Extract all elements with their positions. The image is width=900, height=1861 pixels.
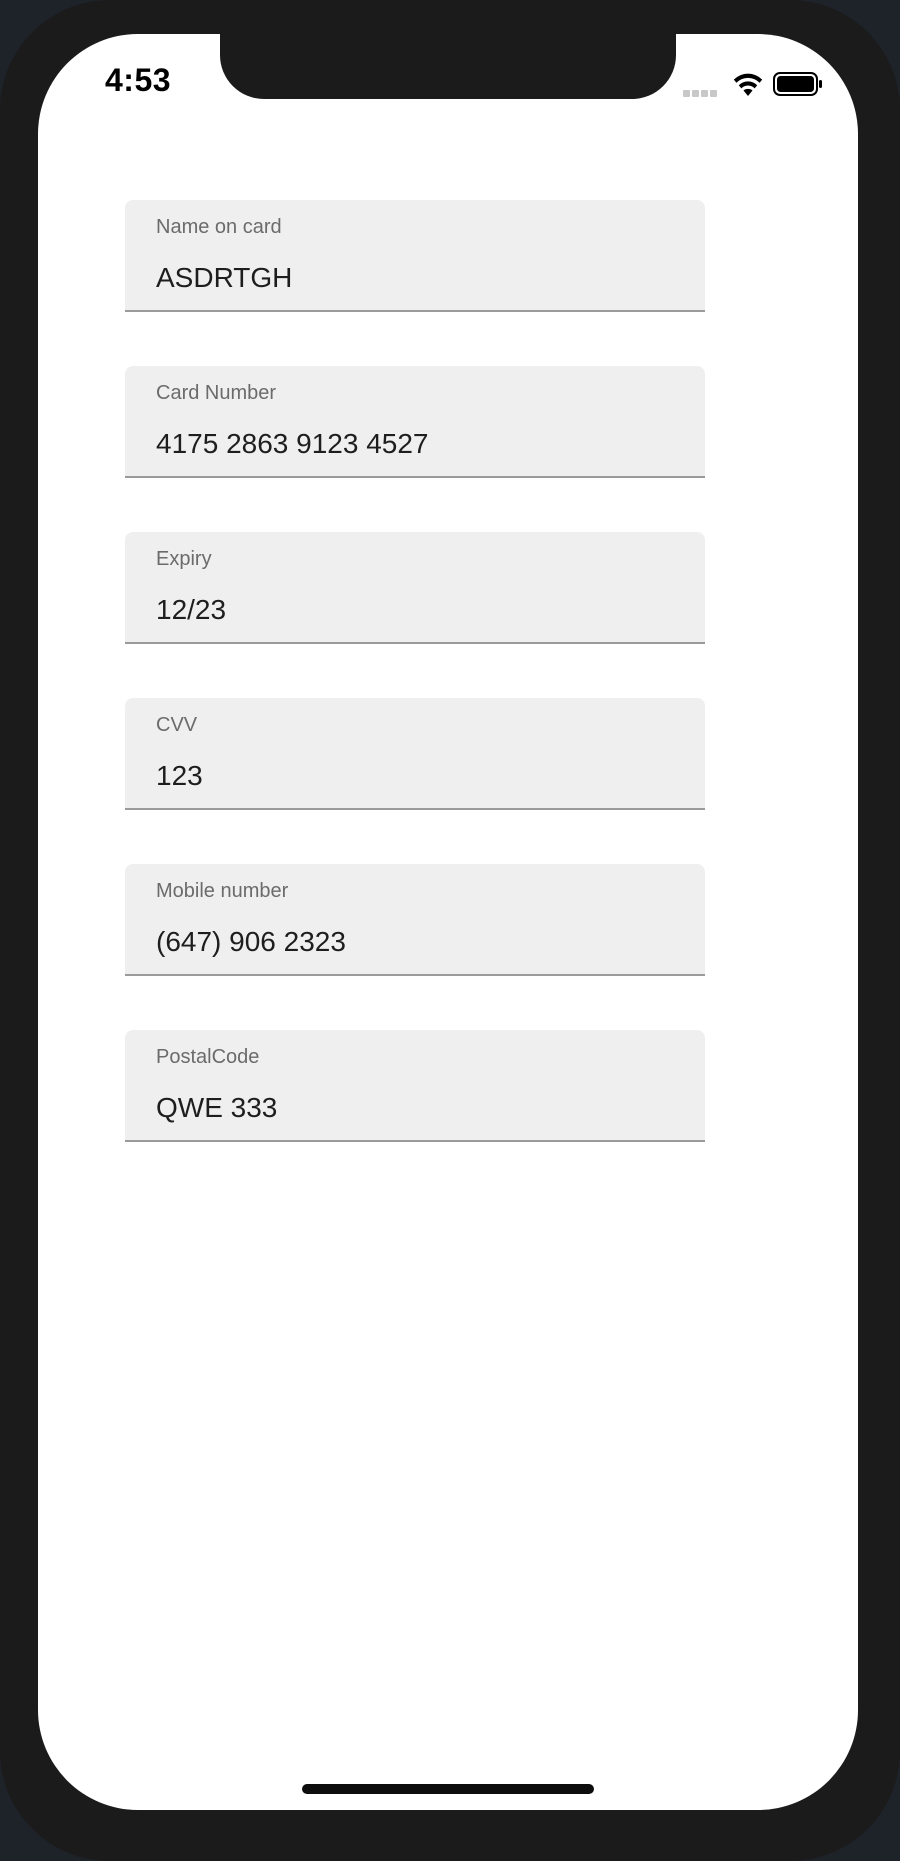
status-bar: 4:53 [38,34,858,124]
card-number-field[interactable]: Card Number 4175 2863 9123 4527 [125,366,705,478]
expiry-field[interactable]: Expiry 12/23 [125,532,705,644]
name-on-card-field[interactable]: Name on card ASDRTGH [125,200,705,312]
phone-screen: 4:53 Name on card ASDRTGH Card Number 41… [38,34,858,1810]
postal-code-label: PostalCode [156,1046,260,1068]
cvv-value[interactable]: 123 [156,760,203,792]
card-number-value[interactable]: 4175 2863 9123 4527 [156,428,429,460]
cvv-label: CVV [156,714,198,736]
name-on-card-value[interactable]: ASDRTGH [156,262,292,294]
expiry-label: Expiry [156,548,212,570]
mobile-number-value[interactable]: (647) 906 2323 [156,926,346,958]
status-time: 4:53 [105,62,172,98]
expiry-value[interactable]: 12/23 [156,594,226,626]
postal-code-field[interactable]: PostalCode QWE 333 [125,1030,705,1142]
cellular-signal-icon [683,84,723,97]
payment-form: Name on card ASDRTGH Card Number 4175 28… [125,200,705,1196]
wifi-icon [733,73,763,96]
card-number-label: Card Number [156,382,277,404]
mobile-number-label: Mobile number [156,880,289,902]
cvv-field[interactable]: CVV 123 [125,698,705,810]
home-indicator[interactable] [302,1784,594,1794]
postal-code-value[interactable]: QWE 333 [156,1092,277,1124]
battery-icon [773,72,822,96]
name-on-card-label: Name on card [156,216,282,238]
mobile-number-field[interactable]: Mobile number (647) 906 2323 [125,864,705,976]
device-frame: 4:53 Name on card ASDRTGH Card Number 41… [0,0,900,1861]
